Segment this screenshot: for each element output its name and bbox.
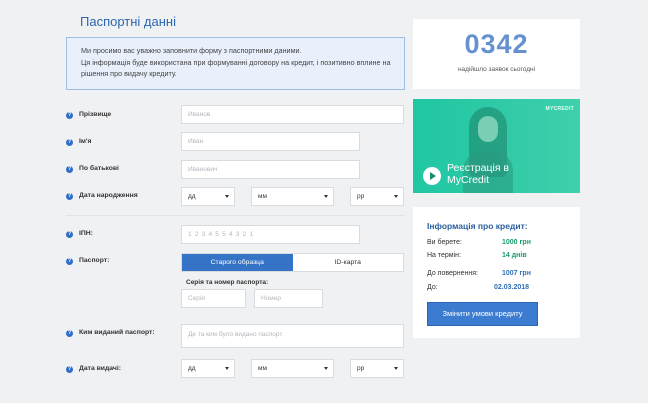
- birth-day-value: дд: [188, 193, 196, 200]
- tab-old-passport[interactable]: Старого образца: [182, 254, 293, 271]
- birth-day-select[interactable]: дд: [181, 187, 235, 206]
- info-notice: Ми просимо вас уважно заповнити форму з …: [66, 37, 405, 90]
- issued-by-input[interactable]: Де та ким було видано паспорт: [181, 324, 404, 348]
- notice-line-2: Ця інформація буде використана при форму…: [81, 58, 391, 78]
- help-icon[interactable]: ?: [66, 112, 73, 119]
- return-label: До повернення:: [427, 270, 478, 277]
- birth-year-value: рр: [357, 193, 365, 200]
- tab-id-card[interactable]: ID-карта: [293, 254, 404, 271]
- video-title: Реєстрація в MyCredit: [447, 162, 509, 186]
- chevron-down-icon: [225, 367, 229, 370]
- surname-label: Прізвище: [79, 111, 112, 118]
- issue-year-value: рр: [357, 365, 365, 372]
- issue-month-select[interactable]: мм: [251, 359, 334, 378]
- counter-value: 0342: [464, 29, 529, 59]
- until-label: До:: [427, 284, 438, 291]
- take-label: Ви берете:: [427, 239, 462, 246]
- help-icon[interactable]: ?: [66, 193, 73, 200]
- chevron-down-icon: [394, 367, 398, 370]
- first-name-label: Ім'я: [79, 138, 92, 145]
- series-number-label: Серія та номер паспорта:: [186, 279, 269, 286]
- chevron-down-icon: [394, 195, 398, 198]
- credit-info-title: Інформація про кредит:: [427, 221, 528, 231]
- birth-date-label: Дата народження: [79, 192, 138, 199]
- issue-day-select[interactable]: дд: [181, 359, 235, 378]
- passport-type-tabs: Старого образца ID-карта: [181, 253, 404, 272]
- patronymic-label: По батькові: [79, 165, 119, 172]
- help-icon[interactable]: ?: [66, 258, 73, 265]
- counter-caption: надійшло заявок сьогодні: [457, 66, 536, 73]
- help-icon[interactable]: ?: [66, 366, 73, 373]
- divider: [66, 215, 405, 216]
- passport-label: Паспорт:: [79, 257, 110, 264]
- passport-series-input[interactable]: Серія: [181, 289, 246, 308]
- brand-logo: MYCREDIT: [545, 106, 574, 112]
- term-value: 14 днів: [502, 252, 527, 259]
- chevron-down-icon: [225, 195, 229, 198]
- inn-label: ІПН:: [79, 230, 93, 237]
- registration-video[interactable]: MYCREDIT Реєстрація в MyCredit: [413, 99, 580, 193]
- term-label: На термін:: [427, 252, 461, 259]
- passport-number-input[interactable]: Номер: [254, 289, 323, 308]
- help-icon[interactable]: ?: [66, 231, 73, 238]
- play-icon[interactable]: [423, 167, 441, 185]
- issue-month-value: мм: [258, 365, 267, 372]
- patronymic-input[interactable]: Иванович: [181, 160, 360, 179]
- help-icon[interactable]: ?: [66, 139, 73, 146]
- credit-info-card: Інформація про кредит: Ви берете: 1000 г…: [413, 207, 580, 338]
- chevron-down-icon: [324, 367, 328, 370]
- issue-date-label: Дата видачі:: [79, 365, 121, 372]
- first-name-input[interactable]: Иван: [181, 132, 360, 151]
- notice-line-1: Ми просимо вас уважно заповнити форму з …: [81, 46, 302, 55]
- change-credit-terms-button[interactable]: Змінити умови кредиту: [427, 302, 538, 326]
- birth-month-select[interactable]: мм: [251, 187, 334, 206]
- surname-input[interactable]: Иванов: [181, 105, 404, 124]
- issue-year-select[interactable]: рр: [350, 359, 404, 378]
- video-title-line-1: Реєстрація в: [447, 162, 510, 174]
- page-title: Паспортні данні: [80, 14, 176, 29]
- take-value: 1000 грн: [502, 239, 531, 246]
- return-value: 1007 грн: [502, 270, 531, 277]
- until-value: 02.03.2018: [494, 284, 530, 291]
- video-title-line-2: MyCredit: [447, 174, 490, 186]
- birth-year-select[interactable]: рр: [350, 187, 404, 206]
- birth-month-value: мм: [258, 193, 267, 200]
- issued-by-label: Ким виданий паспорт:: [79, 329, 155, 336]
- issue-day-value: дд: [188, 365, 196, 372]
- chevron-down-icon: [324, 195, 328, 198]
- inn-input[interactable]: 1 2 3 4 5 5 4 3 2 1: [181, 225, 360, 244]
- help-icon[interactable]: ?: [66, 166, 73, 173]
- help-icon[interactable]: ?: [66, 330, 73, 337]
- applications-counter: 0342 надійшло заявок сьогодні: [413, 19, 580, 89]
